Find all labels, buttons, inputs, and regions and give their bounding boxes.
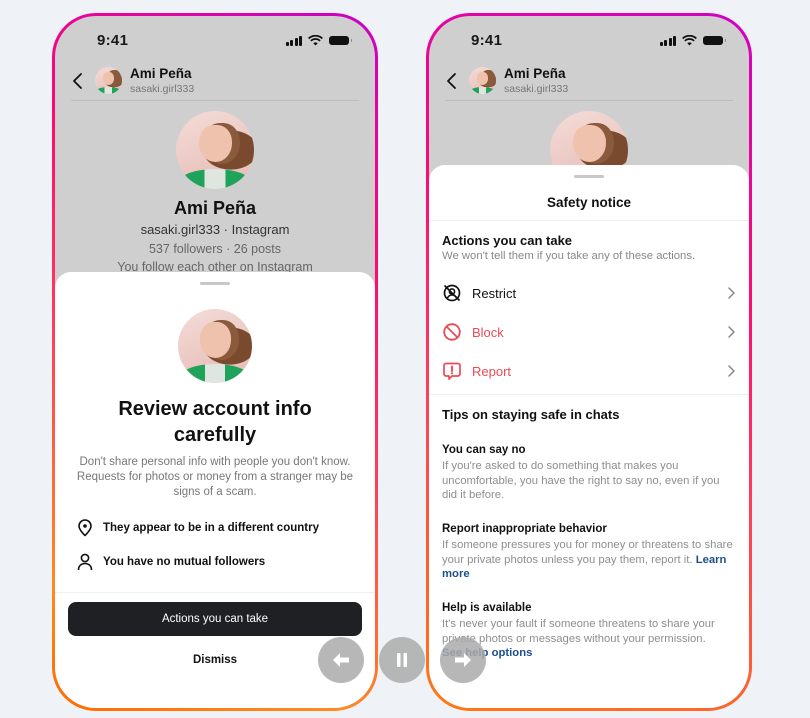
tip-body-text: If someone pressures you for money or th… <box>442 539 733 566</box>
status-icons <box>285 35 352 46</box>
pause-button[interactable] <box>379 637 425 683</box>
info-text: You have no mutual followers <box>103 556 266 568</box>
location-pin-icon <box>78 519 92 537</box>
chevron-right-icon <box>728 326 735 338</box>
pause-icon <box>397 653 407 667</box>
cellular-signal-icon <box>285 35 302 46</box>
tip-title: Report inappropriate behavior <box>442 523 607 535</box>
action-label: Restrict <box>472 285 517 301</box>
tip-body: If someone pressures you for money or th… <box>442 538 736 582</box>
header-divider <box>71 100 359 101</box>
sheet-divider <box>55 592 375 593</box>
previous-button[interactable] <box>318 637 364 683</box>
battery-icon <box>329 36 352 45</box>
back-chevron-icon[interactable] <box>445 71 459 91</box>
sheet-grabber[interactable] <box>200 282 230 285</box>
status-time: 9:41 <box>97 32 129 49</box>
chat-header-name[interactable]: Ami Peña <box>504 66 566 81</box>
profile-name: Ami Peña <box>173 198 257 218</box>
sheet-grabber[interactable] <box>574 175 604 178</box>
chevron-right-icon <box>728 287 735 299</box>
profile-handle: sasaki.girl333 · Instagram <box>140 222 290 237</box>
sheet-divider <box>429 394 749 395</box>
chat-header: Ami Peña sasaki.girl333 <box>429 64 749 102</box>
tip-title: Help is available <box>442 602 532 614</box>
info-text: They appear to be in a different country <box>103 522 319 534</box>
back-chevron-icon[interactable] <box>71 71 85 91</box>
status-time: 9:41 <box>471 32 503 49</box>
phone-frame-left: 9:41 Ami Peña sasaki.girl333 Ami Peña sa… <box>52 13 378 711</box>
safety-notice-title: Safety notice <box>546 195 632 210</box>
action-label: Report <box>472 363 512 379</box>
chat-header-name[interactable]: Ami Peña <box>130 66 192 81</box>
info-row-mutuals: You have no mutual followers <box>77 551 359 573</box>
sheet-title: Review account info carefully <box>118 398 312 446</box>
profile-avatar <box>176 111 254 189</box>
phone-screen-right: 9:41 Ami Peña sasaki.girl333 Safety noti… <box>429 16 749 708</box>
chat-header-username: sasaki.girl333 <box>504 83 569 95</box>
chat-avatar[interactable] <box>469 67 496 94</box>
info-row-country: They appear to be in a different country <box>77 517 359 539</box>
actions-heading: Actions you can take <box>442 233 573 248</box>
tip-body-text: If you're asked to do something that mak… <box>442 460 720 501</box>
status-icons <box>659 35 726 46</box>
sheet-avatar <box>178 309 252 383</box>
block-action[interactable]: Block <box>442 318 736 346</box>
person-icon <box>77 553 93 571</box>
chat-header-username: sasaki.girl333 <box>130 83 195 95</box>
chat-header: Ami Peña sasaki.girl333 <box>55 64 375 102</box>
actions-you-can-take-button[interactable]: Actions you can take <box>68 602 362 636</box>
chat-avatar[interactable] <box>95 67 122 94</box>
block-icon <box>443 323 461 341</box>
tip-body: It's never your fault if someone threate… <box>442 617 736 661</box>
phone-screen-left: 9:41 Ami Peña sasaki.girl333 Ami Peña sa… <box>55 16 375 708</box>
next-button[interactable] <box>440 637 486 683</box>
actions-subtext: We won't tell them if you take any of th… <box>442 250 696 262</box>
tip-body-text: It's never your fault if someone threate… <box>442 618 715 645</box>
sheet-description: Don't share personal info with people yo… <box>76 456 354 498</box>
phone-frame-right: 9:41 Ami Peña sasaki.girl333 Safety noti… <box>426 13 752 711</box>
status-bar: 9:41 <box>429 16 749 66</box>
wifi-icon <box>682 35 697 46</box>
report-action[interactable]: Report <box>442 357 736 385</box>
header-divider <box>445 100 733 101</box>
battery-icon <box>703 36 726 45</box>
report-icon <box>443 362 461 380</box>
chevron-right-icon <box>728 365 735 377</box>
arrow-left-icon <box>333 653 349 667</box>
restrict-icon <box>443 284 461 302</box>
tips-heading: Tips on staying safe in chats <box>442 407 620 422</box>
action-label: Block <box>472 324 504 340</box>
sheet-divider <box>429 220 749 221</box>
profile-stats: 537 followers · 26 posts <box>148 242 281 256</box>
cellular-signal-icon <box>659 35 676 46</box>
arrow-right-icon <box>455 653 471 667</box>
wifi-icon <box>308 35 323 46</box>
safety-notice-sheet: Safety notice Actions you can take We wo… <box>429 165 749 708</box>
restrict-action[interactable]: Restrict <box>442 279 736 307</box>
tip-body: If you're asked to do something that mak… <box>442 459 736 503</box>
tip-title: You can say no <box>442 444 526 456</box>
status-bar: 9:41 <box>55 16 375 66</box>
